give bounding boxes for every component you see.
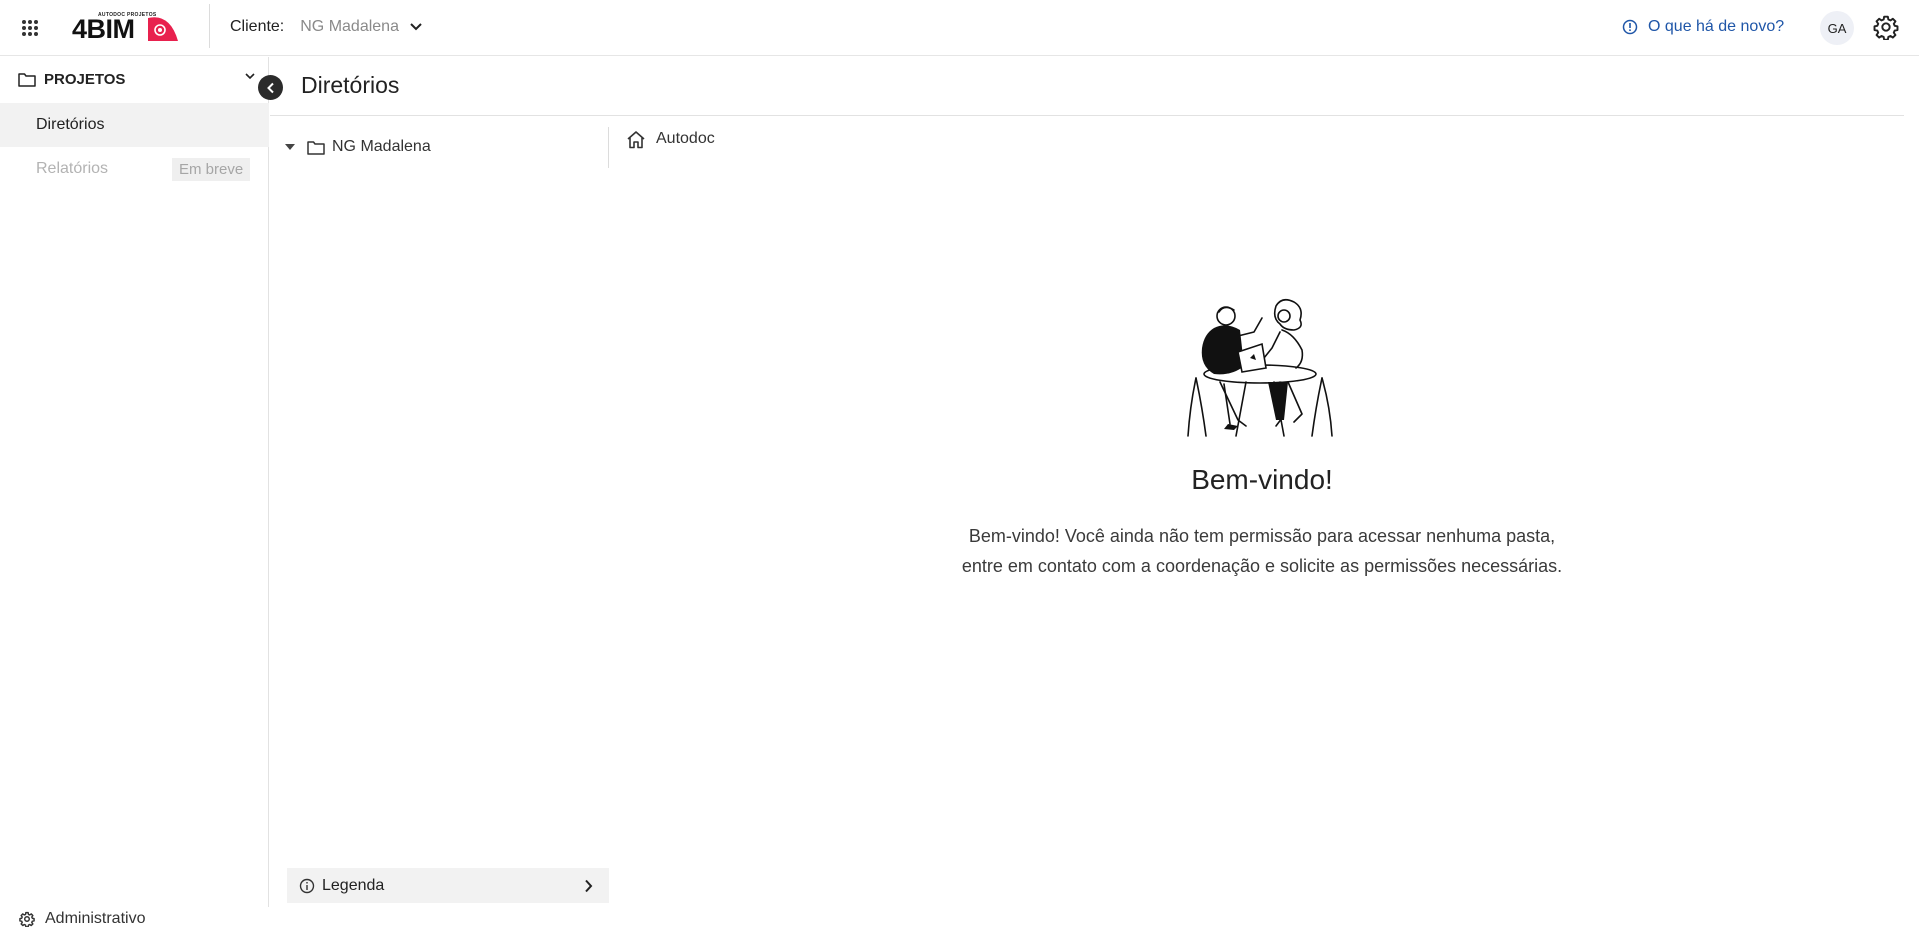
folder-icon	[307, 140, 325, 155]
client-selector: Cliente: NG Madalena	[230, 16, 423, 38]
tree-node-root: NG Madalena	[285, 135, 431, 159]
welcome-message: Bem-vindo! Você ainda não tem permissão …	[961, 526, 1563, 576]
chevron-left-icon	[266, 82, 274, 93]
page-title: Diretórios	[301, 72, 400, 98]
sidebar: PROJETOS Diretórios Relatórios Em breve …	[0, 57, 269, 927]
logo-mark-icon	[148, 17, 178, 41]
sidebar-section-label: PROJETOS	[44, 70, 126, 88]
legend-label: Legenda	[322, 876, 385, 894]
chevron-down-icon	[245, 73, 255, 80]
sidebar-collapse-button[interactable]	[258, 75, 283, 100]
brand-logo[interactable]: AUTODOC PROJETOS 4BIM	[72, 10, 178, 44]
sidebar-item-administrativo[interactable]: Administrativo	[0, 907, 145, 931]
home-icon	[627, 130, 645, 148]
breadcrumb-home[interactable]: Autodoc	[626, 128, 715, 150]
title-divider	[270, 115, 1904, 116]
breadcrumb-label: Autodoc	[656, 130, 715, 147]
admin-label: Administrativo	[45, 910, 146, 927]
user-avatar[interactable]: GA	[1820, 11, 1854, 45]
sidebar-item-relatorios: Relatórios Em breve	[0, 147, 269, 191]
client-dropdown[interactable]: NG Madalena	[300, 18, 423, 36]
gear-icon	[19, 911, 35, 927]
coming-soon-badge: Em breve	[172, 158, 251, 181]
sidebar-item-diretorios[interactable]: Diretórios	[0, 103, 269, 147]
chevron-right-icon	[585, 879, 593, 893]
info-icon	[299, 878, 315, 893]
legend-toggle[interactable]: Legenda	[287, 868, 609, 903]
caret-down-icon[interactable]	[285, 143, 295, 151]
panel-divider	[608, 127, 609, 168]
client-value: NG Madalena	[300, 18, 399, 35]
sidebar-section-projects[interactable]: PROJETOS	[0, 57, 269, 101]
welcome-illustration	[1187, 298, 1333, 437]
folder-icon	[18, 72, 36, 87]
sidebar-item-label: Relatórios	[36, 160, 109, 177]
tree-node-label[interactable]: NG Madalena	[332, 138, 431, 156]
gear-icon[interactable]	[1873, 14, 1899, 40]
client-label: Cliente:	[230, 18, 285, 35]
top-bar: AUTODOC PROJETOS 4BIM Cliente: NG Madale…	[0, 0, 1919, 56]
whats-new-label: O que há de novo?	[1648, 18, 1785, 35]
info-icon	[1622, 19, 1638, 35]
header-divider	[209, 4, 210, 48]
whats-new-link[interactable]: O que há de novo?	[1622, 16, 1784, 38]
logo-text: 4BIM	[72, 14, 135, 44]
apps-grid-icon[interactable]	[19, 17, 41, 39]
welcome-title: Bem-vindo!	[1191, 464, 1333, 495]
avatar-initials: GA	[1827, 20, 1847, 36]
chevron-down-icon	[410, 23, 422, 31]
sidebar-item-label: Diretórios	[36, 116, 105, 133]
